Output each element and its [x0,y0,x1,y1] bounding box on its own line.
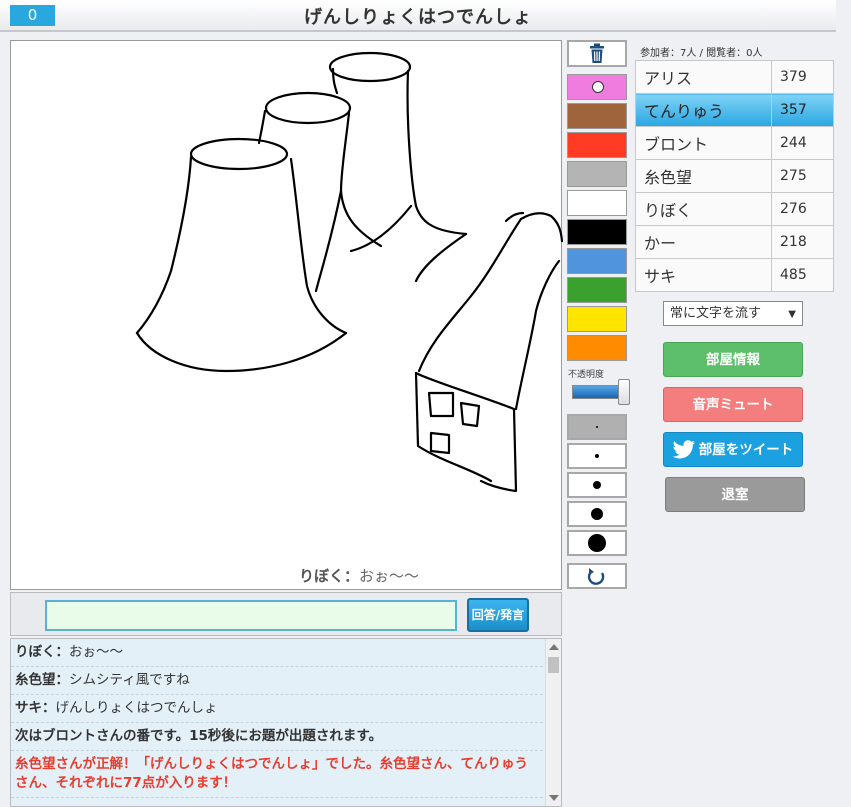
player-score: 275 [771,159,834,193]
brush-dot-icon [595,454,599,458]
chat-scrollbar[interactable] [545,639,561,806]
player-row: かー 218 [635,225,834,259]
color-swatch-yellow[interactable] [567,306,627,332]
brush-dot-icon [588,534,606,552]
player-row: アリス 379 [635,60,834,94]
trash-icon [590,43,604,63]
color-swatch-pink[interactable] [567,74,627,100]
selected-color-indicator [592,81,604,93]
overlay-text: おぉ～～ [359,567,420,585]
chat-line: 糸色望：シムシティ風ですね [11,667,543,695]
chat-text: おぉ～～ [69,644,123,660]
scroll-mode-value: 常に文字を流す [670,306,762,321]
color-swatch-blue[interactable] [567,248,627,274]
undo-icon [587,568,605,585]
clear-canvas-button[interactable] [567,40,627,67]
color-swatch-red[interactable] [567,132,627,158]
dropdown-arrow-icon: ▼ [788,309,796,320]
chat-text: シムシティ風ですね [69,672,190,688]
player-name: ブロント [635,126,772,160]
brush-dot-icon [596,426,598,428]
color-swatch-gray[interactable] [567,161,627,187]
color-swatch-orange[interactable] [567,335,627,361]
player-name: サキ [635,258,772,292]
player-row: りぼく 276 [635,192,834,226]
chat-log[interactable]: りぼく：おぉ～～ 糸色望：シムシティ風ですね サキ：げんしりょくはつでんしょ 次… [10,638,562,807]
scroll-mode-select[interactable]: 常に文字を流す ▼ [663,301,803,326]
opacity-slider-track[interactable] [572,385,624,399]
mute-audio-button[interactable]: 音声ミュート [663,387,803,422]
undo-button[interactable] [567,563,627,589]
scroll-down-arrow-icon[interactable] [549,795,559,801]
player-row: 糸色望 275 [635,159,834,193]
player-score: 218 [771,225,834,259]
scroll-up-arrow-icon[interactable] [549,644,559,650]
scoreboard: アリス 379 てんりゅう 357 ブロント 244 糸色望 275 りぼく 276 かー… [635,60,834,292]
brush-size-4[interactable] [567,501,627,527]
chat-line: サキ：げんしりょくはつでんしょ [11,695,543,723]
twitter-bird-icon [672,440,696,459]
player-name: 糸色望 [635,159,772,193]
tweet-room-button[interactable]: 部屋をツイート [663,432,803,467]
answer-input[interactable] [45,600,457,631]
brush-size-1[interactable] [567,414,627,440]
brush-dot-icon [593,481,601,489]
color-swatch-brown[interactable] [567,103,627,129]
player-name: かー [635,225,772,259]
player-score: 276 [771,192,834,226]
opacity-label: 不透明度 [568,370,605,380]
canvas-overlay-message: りぼく：おぉ～～ [299,565,419,586]
opacity-slider-handle[interactable] [618,379,630,405]
player-row: サキ 485 [635,258,834,292]
top-bar: 0 げんしりょくはつでんしょ [0,0,836,32]
player-score: 485 [771,258,834,292]
topic-title: げんしりょくはつでんしょ [304,7,532,28]
player-name: てんりゅう [635,93,772,127]
scroll-thumb[interactable] [548,657,559,673]
room-info-button[interactable]: 部屋情報 [663,342,803,377]
tweet-button-label: 部屋をツイート [698,442,794,458]
player-row-active: てんりゅう 357 [635,93,834,127]
chat-system-message: 次はブロントさんの番です。15秒後にお題が出題されます。 [11,723,543,751]
drawing-canvas[interactable]: りぼく：おぉ～～ [10,40,563,590]
sketch-drawing [135,51,563,493]
chat-speaker: サキ： [15,700,56,716]
brush-dot-icon [591,508,603,520]
player-name: りぼく [635,192,772,226]
exit-room-button[interactable]: 退室 [665,477,805,512]
chat-line: りぼく：おぉ～～ [11,639,543,667]
color-swatch-white[interactable] [567,190,627,216]
color-swatch-green[interactable] [567,277,627,303]
chat-speaker: りぼく： [15,644,69,660]
color-swatch-black[interactable] [567,219,627,245]
participant-stats: 参加者：7人 / 閲覧者：0人 [640,48,763,59]
brush-size-5[interactable] [567,530,627,556]
brush-size-3[interactable] [567,472,627,498]
chat-correct-message: 糸色望さんが正解！「げんしりょくはつでんしょ」でした。糸色望さん、てんりゅうさん… [11,751,543,798]
answer-submit-button[interactable]: 回答/発言 [467,598,529,632]
player-score: 379 [771,60,834,94]
player-score: 244 [771,126,834,160]
answer-bar: 回答/発言 [10,592,562,636]
chat-text: げんしりょくはつでんしょ [55,700,218,716]
chat-speaker: 糸色望： [15,672,69,688]
overlay-speaker: りぼく： [299,567,360,585]
brush-size-2[interactable] [567,443,627,469]
player-row: ブロント 244 [635,126,834,160]
player-name: アリス [635,60,772,94]
player-score: 357 [771,93,834,127]
